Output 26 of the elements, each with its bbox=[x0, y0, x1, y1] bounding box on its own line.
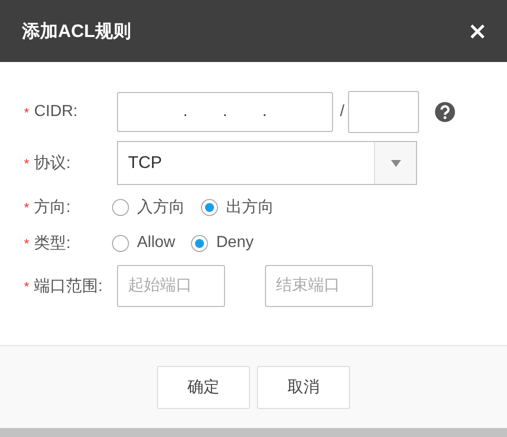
dialog-title: 添加ACL规则 bbox=[22, 20, 131, 43]
radio-option[interactable]: 出方向 bbox=[201, 196, 274, 218]
field-label: 方向: bbox=[34, 198, 71, 218]
required-mark: * bbox=[24, 278, 30, 294]
caret-icon bbox=[390, 160, 400, 166]
required-mark: * bbox=[24, 200, 30, 214]
ip-address-field[interactable]: . . . bbox=[117, 92, 333, 132]
close-icon[interactable] bbox=[470, 24, 485, 38]
field-label: 类型: bbox=[34, 234, 71, 254]
slash-separator: / bbox=[340, 103, 344, 121]
field-label: 端口范围: bbox=[34, 276, 103, 296]
radio-option[interactable]: 入方向 bbox=[112, 196, 185, 218]
help-icon[interactable] bbox=[435, 102, 456, 122]
field-label: 协议: bbox=[34, 154, 71, 174]
protocol-dropdown[interactable]: TCP bbox=[117, 141, 417, 185]
required-mark: * bbox=[24, 236, 30, 250]
required-mark: * bbox=[24, 156, 30, 170]
radio-option[interactable]: Deny bbox=[191, 234, 254, 252]
field-label: CIDR: bbox=[34, 103, 78, 121]
dialog-button[interactable]: 取消 bbox=[257, 366, 350, 408]
port-field[interactable]: 起始端口 bbox=[117, 265, 225, 307]
radio-option[interactable]: Allow bbox=[112, 234, 176, 252]
port-field[interactable]: 结束端口 bbox=[265, 265, 373, 307]
dialog-button[interactable]: 确定 bbox=[157, 366, 250, 408]
prefix-length-field[interactable] bbox=[348, 91, 420, 133]
required-mark: * bbox=[24, 104, 30, 120]
